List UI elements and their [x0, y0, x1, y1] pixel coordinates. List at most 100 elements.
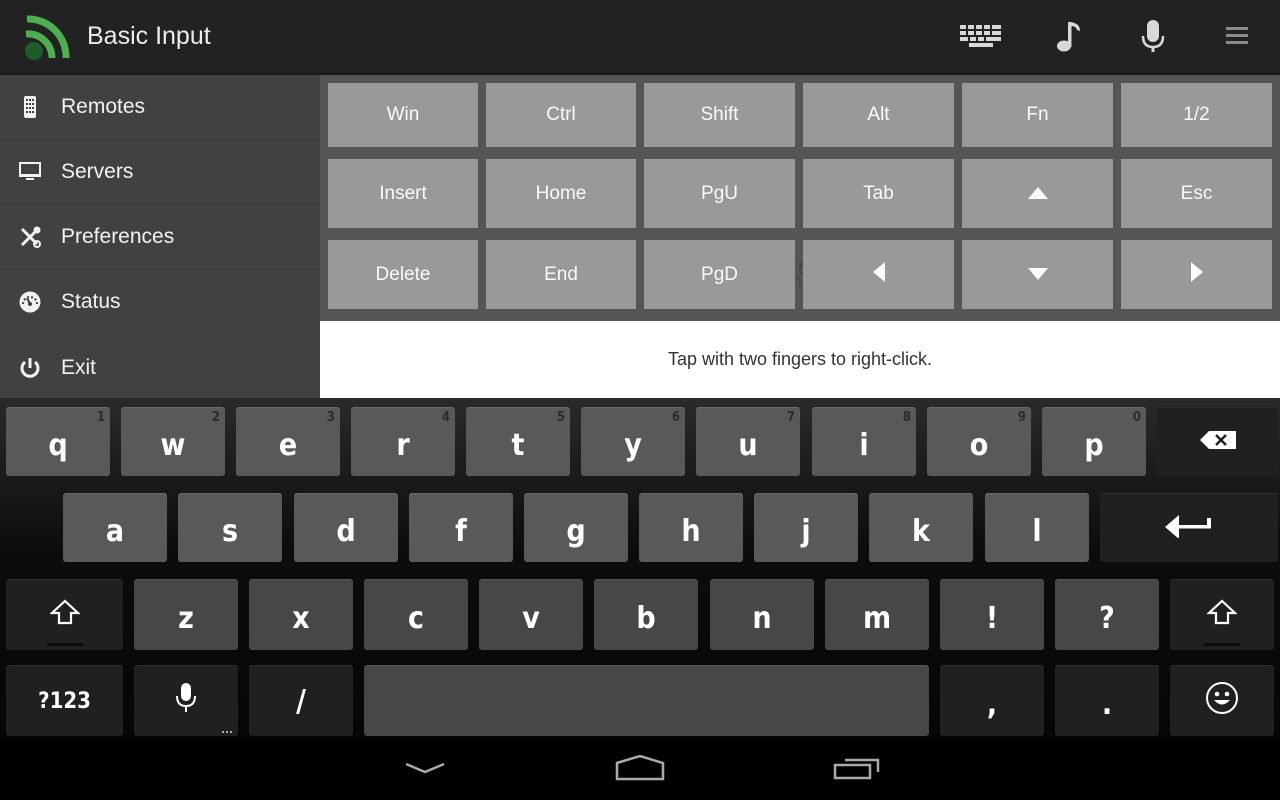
key-b[interactable]: b: [594, 579, 698, 650]
key-comma[interactable]: ,: [940, 665, 1044, 736]
key-q[interactable]: 1q: [6, 407, 110, 476]
drawer-item-label: Preferences: [61, 225, 175, 248]
key-s[interactable]: s: [178, 493, 282, 562]
key-exclamation[interactable]: !: [940, 579, 1044, 650]
key-label: r: [396, 427, 410, 463]
key-label: b: [636, 600, 656, 636]
key-shift-right[interactable]: [1170, 579, 1274, 650]
key-esc[interactable]: Esc: [1121, 159, 1272, 228]
key-d[interactable]: d: [294, 493, 398, 562]
key-label: /: [296, 683, 306, 719]
key-backspace[interactable]: [1157, 407, 1278, 476]
drawer-item-servers[interactable]: Servers: [0, 140, 320, 205]
drawer-item-exit[interactable]: Exit: [0, 335, 320, 400]
key-arrow-right[interactable]: [1121, 240, 1272, 309]
drawer-item-label: Exit: [61, 355, 97, 379]
drawer-item-preferences[interactable]: Preferences: [0, 205, 320, 270]
key-hint: 1: [96, 410, 105, 425]
key-enter[interactable]: [1100, 493, 1278, 562]
key-h[interactable]: h: [639, 493, 743, 562]
key-f[interactable]: f: [409, 493, 513, 562]
key-delete[interactable]: Delete: [328, 240, 478, 309]
key-end[interactable]: End: [486, 240, 636, 309]
key-label: c: [408, 600, 424, 636]
keyboard-icon: [959, 23, 1003, 54]
key-space[interactable]: [364, 665, 929, 736]
microphone-button[interactable]: [1130, 18, 1176, 58]
key-fn[interactable]: Fn: [962, 83, 1113, 147]
key-arrow-left[interactable]: [803, 240, 954, 309]
key-label: i: [859, 427, 869, 463]
key-c[interactable]: c: [364, 579, 468, 650]
key-label: g: [566, 513, 586, 549]
key-alt[interactable]: Alt: [803, 83, 954, 147]
key-home[interactable]: Home: [486, 159, 636, 228]
key-label: t: [511, 427, 525, 463]
key-u[interactable]: 7u: [696, 407, 800, 476]
home-icon: [615, 754, 665, 786]
key-question[interactable]: ?: [1055, 579, 1159, 650]
touchpad-hint-right-click: Tap with two fingers to right-click.: [667, 349, 933, 369]
recent-apps-button[interactable]: [822, 748, 892, 792]
key-label: x: [292, 600, 310, 636]
key-period[interactable]: .: [1055, 665, 1159, 736]
key-r[interactable]: 4r: [351, 407, 455, 476]
key-label: m: [862, 600, 892, 636]
key-shift-left[interactable]: [6, 579, 123, 650]
key-page-toggle[interactable]: 1/2: [1121, 83, 1272, 147]
key-win[interactable]: Win: [328, 83, 478, 147]
key-l[interactable]: l: [985, 493, 1089, 562]
drawer-item-status[interactable]: Status: [0, 270, 320, 335]
system-navigation-bar: [0, 740, 1280, 800]
key-arrow-down[interactable]: [962, 240, 1113, 309]
key-tab[interactable]: Tab: [803, 159, 954, 228]
microphone-icon: [175, 683, 197, 719]
key-z[interactable]: z: [134, 579, 238, 650]
key-p[interactable]: 0p: [1042, 407, 1146, 476]
key-ctrl[interactable]: Ctrl: [486, 83, 636, 147]
key-arrow-up[interactable]: [962, 159, 1113, 228]
key-insert[interactable]: Insert: [328, 159, 478, 228]
key-label: l: [1032, 513, 1042, 549]
key-k[interactable]: k: [869, 493, 973, 562]
key-o[interactable]: 9o: [927, 407, 1031, 476]
back-button[interactable]: [390, 748, 460, 792]
key-shift[interactable]: Shift: [644, 83, 795, 147]
key-voice-input[interactable]: [134, 665, 238, 736]
key-e[interactable]: 3e: [236, 407, 340, 476]
key-label: n: [752, 600, 772, 636]
key-symbols[interactable]: ?123: [6, 665, 123, 736]
key-label: ?123: [38, 688, 91, 714]
key-x[interactable]: x: [249, 579, 353, 650]
key-page-down[interactable]: PgD: [644, 240, 795, 309]
key-w[interactable]: 2w: [121, 407, 225, 476]
key-j[interactable]: j: [754, 493, 858, 562]
key-y[interactable]: 6y: [581, 407, 685, 476]
shift-indicator: [1204, 643, 1240, 646]
key-m[interactable]: m: [825, 579, 929, 650]
keyboard-button[interactable]: [958, 18, 1004, 58]
shift-icon: [1206, 599, 1238, 631]
key-g[interactable]: g: [524, 493, 628, 562]
key-label: e: [278, 427, 298, 463]
shift-icon: [48, 599, 81, 631]
microphone-icon: [1140, 19, 1166, 58]
key-a[interactable]: a: [63, 493, 167, 562]
overflow-menu-button[interactable]: [1214, 18, 1260, 58]
key-page-up[interactable]: PgU: [644, 159, 795, 228]
key-hint: 6: [671, 410, 680, 425]
key-slash[interactable]: /: [249, 665, 353, 736]
drawer-item-remotes[interactable]: Remotes: [0, 75, 320, 140]
key-v[interactable]: v: [479, 579, 583, 650]
key-n[interactable]: n: [710, 579, 814, 650]
key-emoji[interactable]: [1170, 665, 1274, 736]
key-hint: 2: [211, 410, 220, 425]
backspace-icon: [1199, 430, 1236, 455]
key-t[interactable]: 5t: [466, 407, 570, 476]
music-button[interactable]: [1046, 18, 1092, 58]
home-button[interactable]: [605, 748, 675, 792]
key-hint: 3: [326, 410, 335, 425]
power-icon: [19, 357, 41, 379]
key-hint: 8: [902, 410, 911, 425]
key-i[interactable]: 8i: [812, 407, 916, 476]
